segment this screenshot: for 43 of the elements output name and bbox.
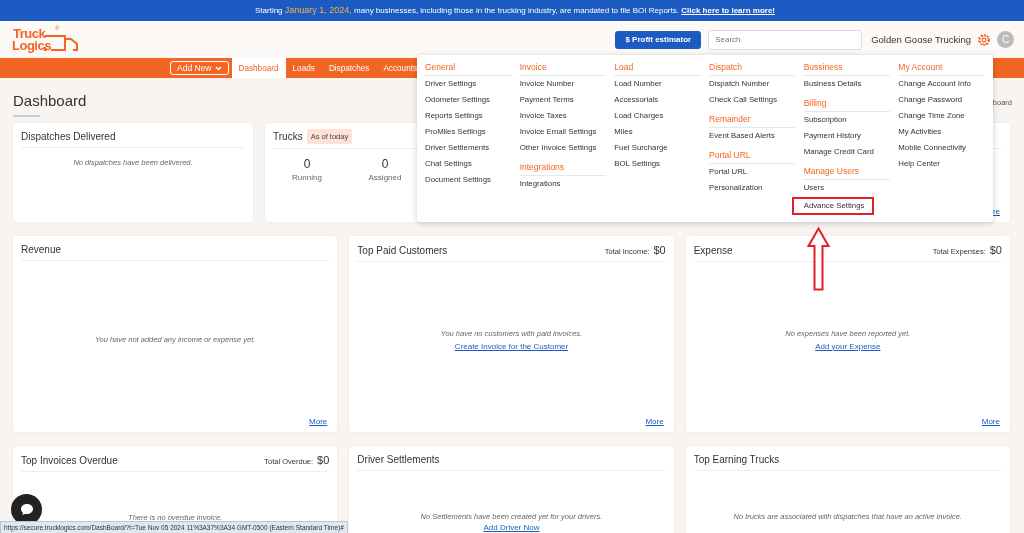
menu-section-title: Dispatch: [709, 60, 795, 76]
menu-section-title: Integrations: [519, 160, 606, 176]
card-title: Dispatches Delivered: [21, 131, 116, 143]
stat-value: 0: [303, 157, 311, 171]
page-title: Dashboard: [13, 92, 87, 110]
card-title: Revenue: [21, 244, 62, 256]
action-link[interactable]: Create Invoice for the Customer: [454, 341, 569, 351]
more-link[interactable]: More: [645, 417, 664, 426]
total-value: $0: [317, 454, 330, 466]
settings-icon[interactable]: [977, 32, 991, 47]
search-field[interactable]: Search: [708, 29, 863, 50]
more-link[interactable]: re: [992, 207, 1000, 216]
brand-name: Truck Logics: [13, 24, 51, 52]
menu-section-title: Manage Users: [803, 164, 890, 180]
announcement-text: Starting January 1, 2024, many businesses, including those in the trucking industry, are mandated to file BOI Reports. Click here to learn more!: [254, 4, 776, 17]
action-link[interactable]: Add your Expense: [815, 341, 881, 351]
more-link[interactable]: More: [309, 417, 328, 426]
speech-bubble-icon: [19, 503, 34, 516]
menu-section-title: Invoice: [519, 60, 606, 76]
card-title: Trucks: [273, 130, 303, 143]
card-title: Expense: [693, 245, 733, 257]
card-title: Driver Settlements: [357, 454, 440, 466]
action-link[interactable]: Add Driver Now: [483, 523, 540, 532]
menu-section-title: Billing: [803, 96, 890, 112]
menu-section-title: Bussiness: [803, 60, 890, 76]
chevron-down-icon: [214, 65, 222, 71]
card-title: Top Earning Trucks: [693, 454, 780, 466]
company-name: Golden Goose Trucking: [871, 34, 971, 45]
stat-label: Running: [292, 173, 322, 182]
profit-estimator-button[interactable]: $ Profit estimator: [615, 30, 702, 49]
total-value: $0: [653, 244, 666, 256]
menu-section-title: Portal URL: [709, 148, 795, 164]
menu-section-title: My Account: [898, 60, 985, 76]
menu-section-title: Remainder: [709, 112, 795, 128]
learn-more-link[interactable]: Click here to learn more!: [681, 6, 775, 15]
card-title: Top Invoices Overdue: [21, 455, 118, 467]
menu-section-title: Load: [614, 60, 701, 76]
menu-section-title: General: [425, 60, 511, 76]
more-link[interactable]: More: [981, 417, 1000, 426]
stat-value: 0: [381, 157, 389, 171]
card-title: Top Paid Customers: [357, 245, 448, 257]
total-value: $0: [989, 244, 1002, 256]
stat-label: Assigned: [368, 173, 402, 182]
